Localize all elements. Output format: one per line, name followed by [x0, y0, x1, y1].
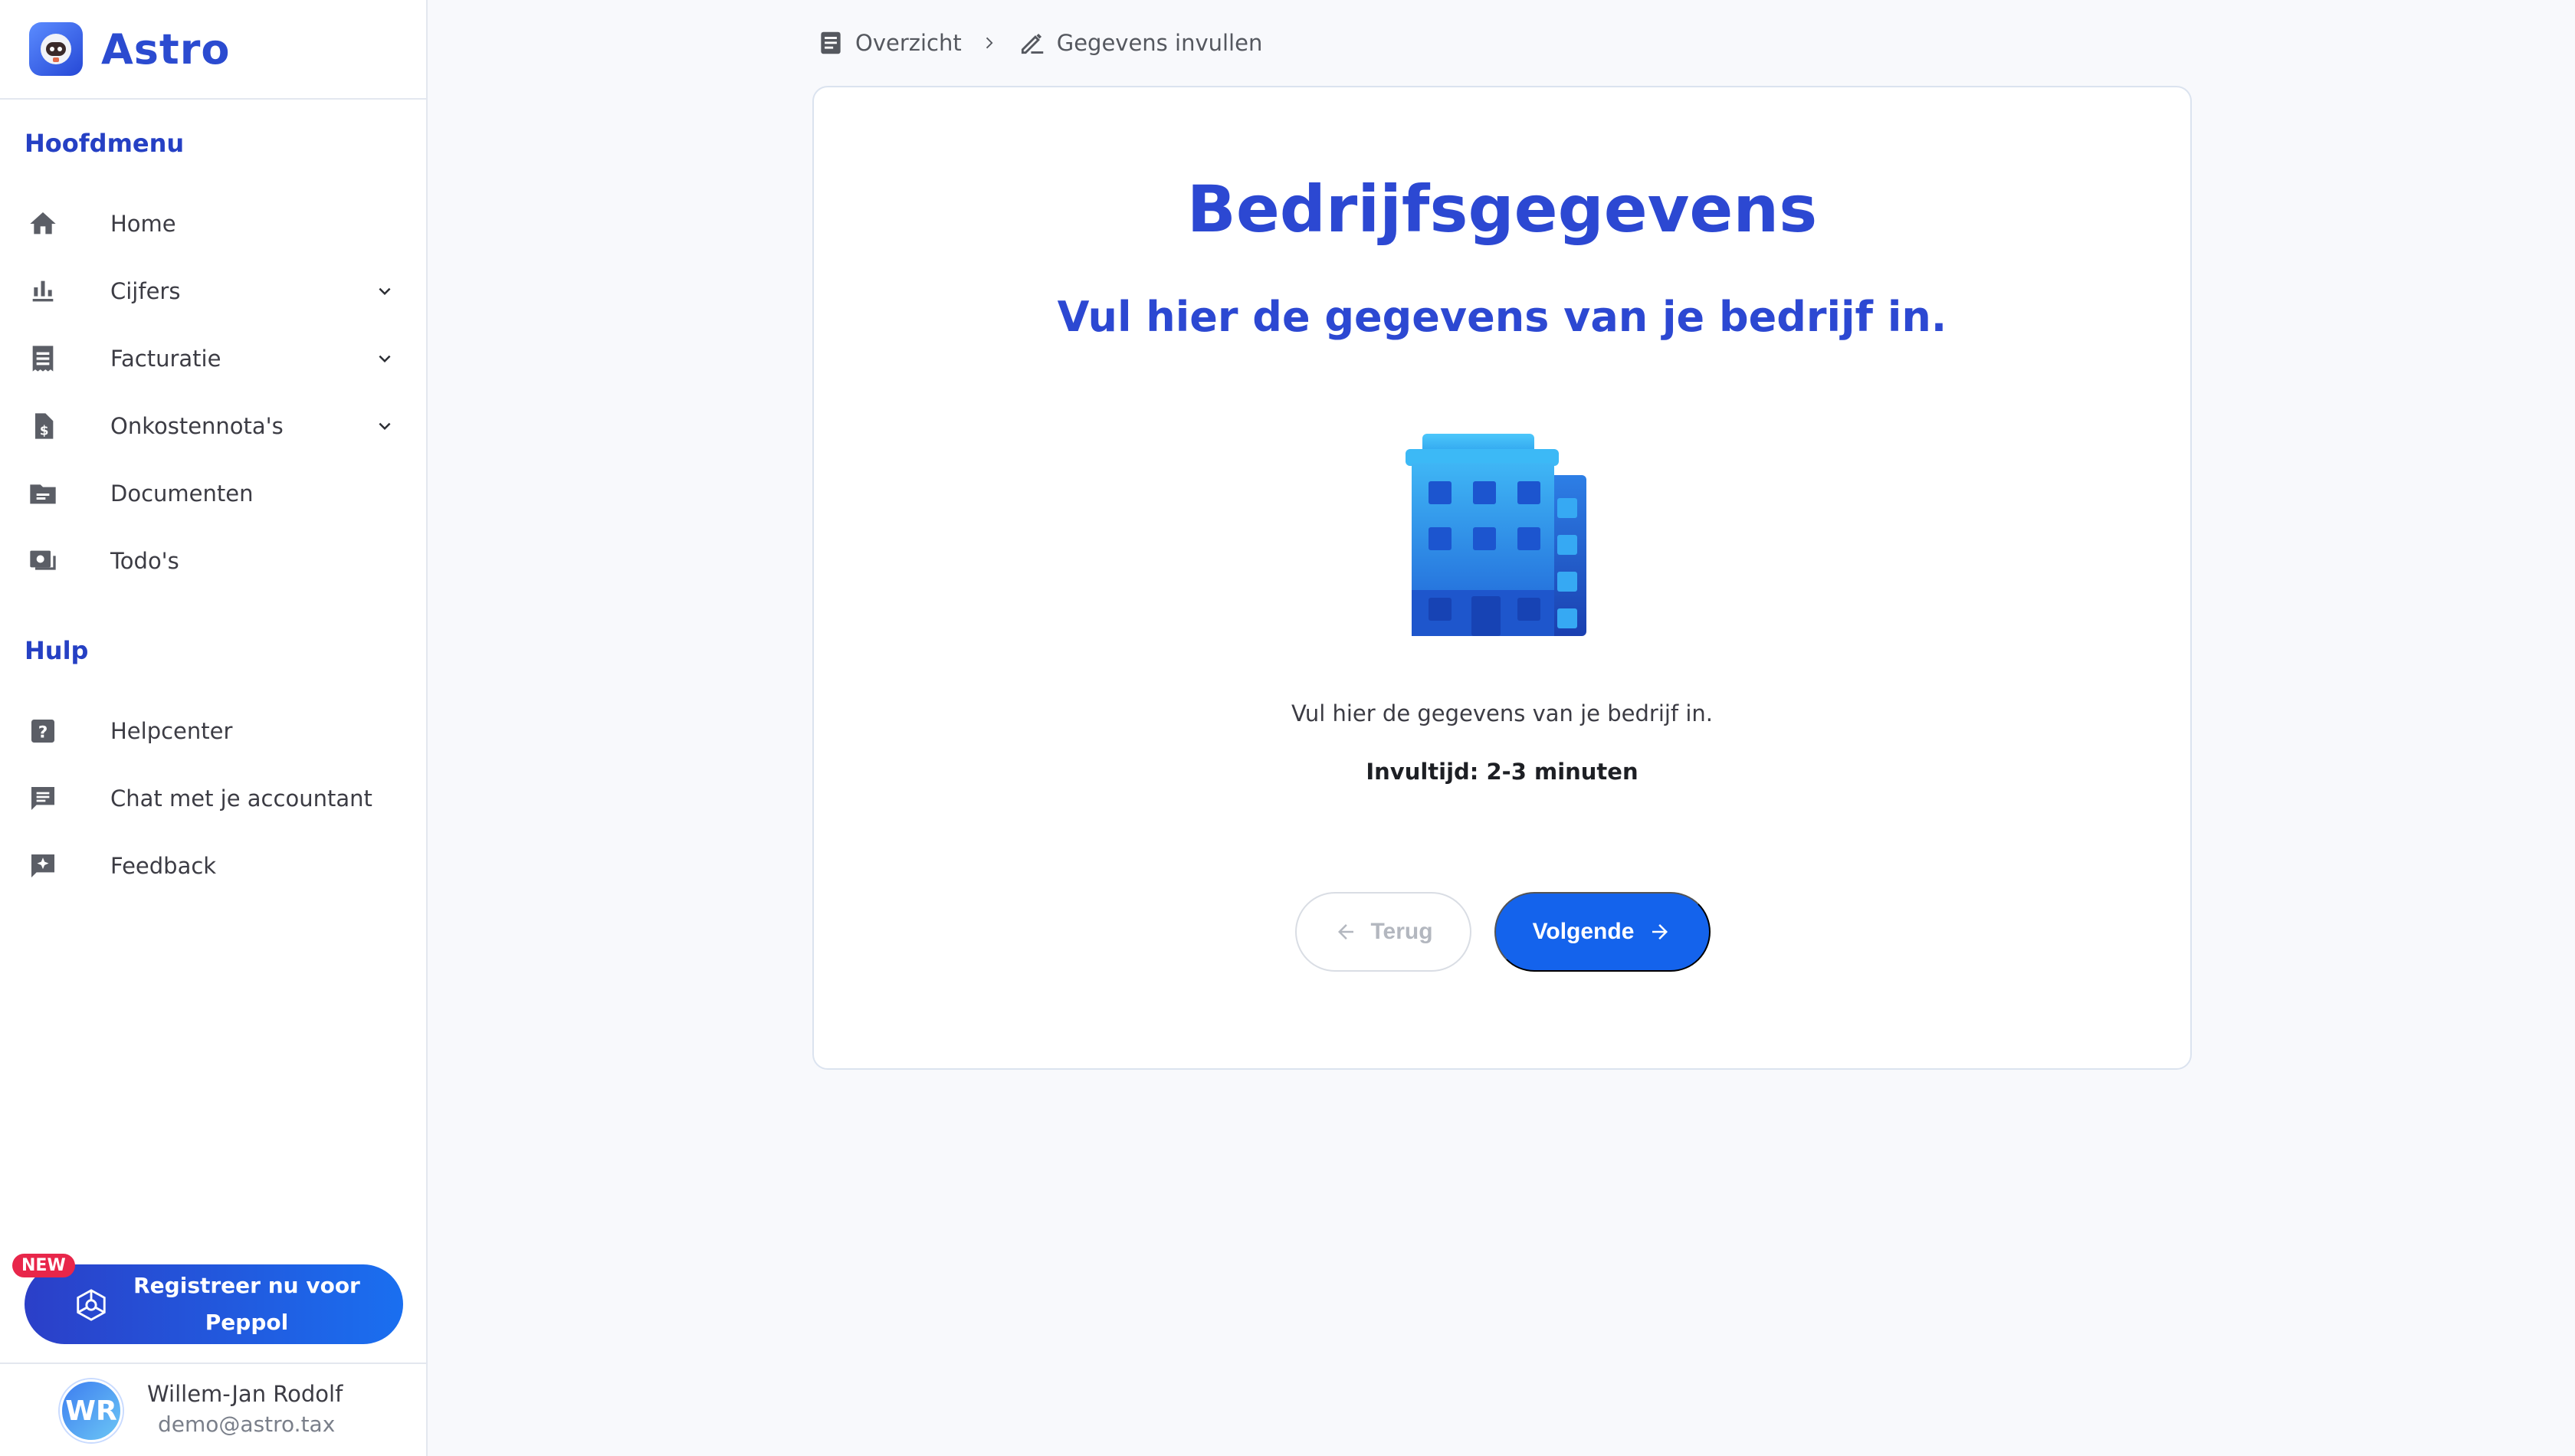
office-building-icon	[1395, 423, 1609, 645]
user-email: demo@astro.tax	[158, 1412, 336, 1437]
card-description: Vul hier de gegevens van je bedrijf in.	[1291, 700, 1714, 726]
sidebar-item-feedback[interactable]: Feedback	[0, 835, 426, 897]
brand-header: Astro	[0, 0, 426, 100]
sidebar-item-label: Cijfers	[110, 278, 181, 304]
sidebar-item-label: Chat met je accountant	[110, 785, 372, 812]
edit-icon	[1017, 28, 1048, 58]
breadcrumb: Overzicht Gegevens invullen	[815, 28, 1262, 58]
back-button-label: Terug	[1370, 919, 1433, 944]
peppol-label-line2: Peppol	[205, 1310, 289, 1335]
register-peppol-button[interactable]: Registreer nu voor Peppol	[25, 1264, 403, 1344]
back-button[interactable]: Terug	[1295, 892, 1471, 972]
sidebar-item-chat[interactable]: Chat met je accountant	[0, 768, 426, 829]
sidebar-item-label: Feedback	[110, 853, 217, 879]
todo-icon	[26, 544, 60, 578]
sidebar-item-label: Helpcenter	[110, 718, 233, 744]
breadcrumb-label: Gegevens invullen	[1056, 30, 1263, 56]
sidebar-item-label: Onkostennota's	[110, 413, 284, 439]
dollar-document-icon: $	[26, 409, 60, 443]
new-badge: NEW	[12, 1254, 75, 1277]
sidebar-item-facturatie[interactable]: Facturatie	[0, 328, 426, 389]
next-button-label: Volgende	[1532, 919, 1635, 944]
company-details-card: Bedrijfsgegevens Vul hier de gegevens va…	[812, 86, 2192, 1070]
sidebar: Astro Hoofdmenu Home Cijfers Facturatie …	[0, 0, 428, 1456]
astronaut-logo-icon[interactable]	[29, 22, 83, 76]
main-menu-title: Hoofdmenu	[25, 129, 185, 158]
sidebar-item-home[interactable]: Home	[0, 193, 426, 254]
peppol-network-icon	[74, 1287, 109, 1323]
svg-text:$: $	[40, 424, 49, 438]
svg-text:?: ?	[38, 723, 48, 742]
home-icon	[26, 207, 60, 241]
document-icon	[815, 28, 846, 58]
chevron-down-icon[interactable]	[371, 277, 399, 305]
peppol-label-line1: Registreer nu voor	[133, 1273, 360, 1298]
next-button[interactable]: Volgende	[1494, 892, 1711, 972]
avatar[interactable]: WR	[60, 1379, 123, 1442]
chevron-right-icon	[980, 34, 997, 51]
sidebar-item-helpcenter[interactable]: ? Helpcenter	[0, 700, 426, 762]
breadcrumb-overzicht[interactable]: Overzicht	[815, 28, 962, 58]
sidebar-item-label: Todo's	[110, 548, 179, 574]
user-name: Willem-Jan Rodolf	[147, 1381, 343, 1407]
help-section-title: Hulp	[25, 636, 89, 665]
user-profile[interactable]: WR Willem-Jan Rodolf demo@astro.tax	[0, 1363, 426, 1456]
feedback-icon	[26, 849, 60, 883]
breadcrumb-gegevens-invullen[interactable]: Gegevens invullen	[1017, 28, 1263, 58]
sidebar-item-onkostennotas[interactable]: $ Onkostennota's	[0, 395, 426, 457]
sidebar-item-label: Home	[110, 211, 176, 237]
sidebar-item-label: Facturatie	[110, 346, 221, 372]
chevron-down-icon[interactable]	[371, 345, 399, 372]
chat-icon	[26, 782, 60, 815]
help-icon: ?	[26, 714, 60, 748]
peppol-label: Registreer nu voor Peppol	[132, 1267, 362, 1341]
page-subtitle: Vul hier de gegevens van je bedrijf in.	[1057, 293, 1947, 341]
receipt-icon	[26, 342, 60, 375]
fill-time: Invultijd: 2-3 minuten	[1366, 759, 1638, 785]
sidebar-item-documenten[interactable]: Documenten	[0, 463, 426, 524]
page-title: Bedrijfsgegevens	[1186, 172, 1818, 247]
bar-chart-icon	[26, 274, 60, 308]
sidebar-item-cijfers[interactable]: Cijfers	[0, 261, 426, 322]
arrow-right-icon	[1648, 920, 1672, 944]
arrow-left-icon	[1333, 920, 1358, 944]
chevron-down-icon[interactable]	[371, 412, 399, 440]
sidebar-item-label: Documenten	[110, 480, 254, 507]
app-name[interactable]: Astro	[101, 25, 230, 74]
breadcrumb-label: Overzicht	[855, 30, 962, 56]
sidebar-item-todos[interactable]: Todo's	[0, 530, 426, 592]
folder-icon	[26, 477, 60, 510]
